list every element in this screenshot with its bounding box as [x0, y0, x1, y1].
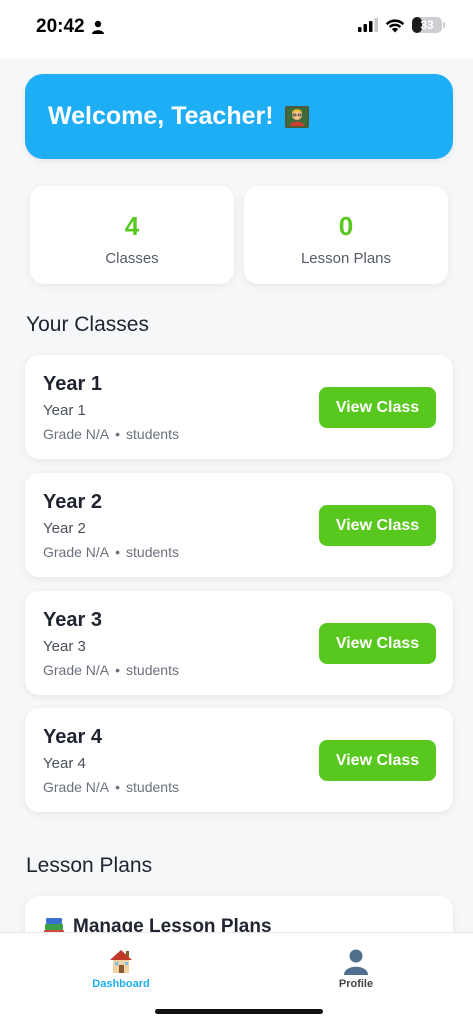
lesson-plans-heading: Lesson Plans	[26, 854, 153, 877]
your-classes-heading: Your Classes	[26, 313, 149, 336]
status-time: 20:42	[36, 16, 85, 37]
battery-indicator: 33	[412, 17, 445, 33]
view-class-button[interactable]: View Class	[319, 387, 436, 428]
class-meta: Grade N/A • students	[43, 544, 179, 560]
view-class-button[interactable]: View Class	[319, 740, 436, 781]
class-students: students	[126, 662, 179, 678]
classes-stat-card[interactable]: 4 Classes	[30, 186, 234, 284]
class-name: Year 2	[43, 491, 102, 513]
tab-dashboard[interactable]: Dashboard	[61, 947, 181, 990]
class-meta: Grade N/A • students	[43, 779, 179, 795]
welcome-title: Welcome, Teacher!	[48, 102, 274, 130]
status-time-group: 20:42	[36, 16, 105, 38]
class-grade: Grade N/A	[43, 544, 110, 560]
lesson-plans-label: Lesson Plans	[300, 250, 392, 267]
class-card-year-3[interactable]: Year 3 Year 3 Grade N/A • students View …	[25, 591, 453, 695]
tab-dashboard-label: Dashboard	[92, 978, 150, 990]
class-grade: Grade N/A	[43, 426, 110, 442]
class-card-year-2[interactable]: Year 2 Year 2 Grade N/A • students View …	[25, 473, 453, 577]
person-silhouette-icon	[344, 949, 368, 975]
classes-label: Classes	[105, 250, 159, 267]
class-name: Year 3	[43, 609, 102, 631]
classes-count: 4	[124, 211, 140, 241]
welcome-banner: Welcome, Teacher!	[25, 74, 453, 159]
class-meta: Grade N/A • students	[43, 662, 179, 678]
class-subtitle: Year 4	[43, 755, 86, 772]
view-class-button[interactable]: View Class	[319, 623, 436, 664]
books-icon	[44, 918, 64, 932]
status-bar: 20:42 33	[0, 0, 473, 58]
class-name: Year 1	[43, 373, 102, 395]
class-subtitle: Year 2	[43, 520, 86, 537]
class-students: students	[126, 544, 179, 560]
dashboard-content[interactable]: Welcome, Teacher! 4 Classes 0 Lesson Pla…	[0, 58, 473, 932]
class-card-year-4[interactable]: Year 4 Year 4 Grade N/A • students View …	[25, 708, 453, 812]
class-subtitle: Year 3	[43, 638, 86, 655]
class-grade: Grade N/A	[43, 779, 110, 795]
lesson-plans-stat-card[interactable]: 0 Lesson Plans	[244, 186, 448, 284]
status-indicators: 33	[358, 17, 445, 33]
manage-lesson-plans-title-row: Manage Lesson Plans	[43, 916, 272, 932]
meta-separator: •	[115, 544, 121, 560]
tab-profile-label: Profile	[338, 978, 374, 990]
lesson-plans-count: 0	[338, 211, 354, 241]
person-icon	[91, 20, 104, 34]
class-card-year-1[interactable]: Year 1 Year 1 Grade N/A • students View …	[25, 355, 453, 459]
view-class-button[interactable]: View Class	[319, 505, 436, 546]
meta-separator: •	[115, 426, 121, 442]
class-grade: Grade N/A	[43, 662, 110, 678]
teacher-emoji-icon	[284, 105, 309, 128]
class-students: students	[126, 426, 179, 442]
house-icon	[110, 950, 132, 973]
meta-separator: •	[115, 779, 121, 795]
battery-icon: 33	[412, 17, 442, 33]
wifi-icon	[385, 18, 405, 32]
battery-percentage: 33	[420, 18, 434, 32]
class-meta: Grade N/A • students	[43, 426, 179, 442]
class-students: students	[126, 779, 179, 795]
manage-lesson-plans-title: Manage Lesson Plans	[73, 916, 272, 932]
class-subtitle: Year 1	[43, 402, 86, 419]
class-name: Year 4	[43, 726, 102, 748]
tab-profile[interactable]: Profile	[296, 947, 416, 990]
manage-lesson-plans-card[interactable]: Manage Lesson Plans	[25, 896, 453, 932]
meta-separator: •	[115, 662, 121, 678]
home-indicator	[155, 1009, 323, 1014]
battery-cap	[443, 22, 445, 28]
stats-row: 4 Classes 0 Lesson Plans	[30, 186, 449, 284]
cellular-signal-icon	[358, 18, 378, 32]
